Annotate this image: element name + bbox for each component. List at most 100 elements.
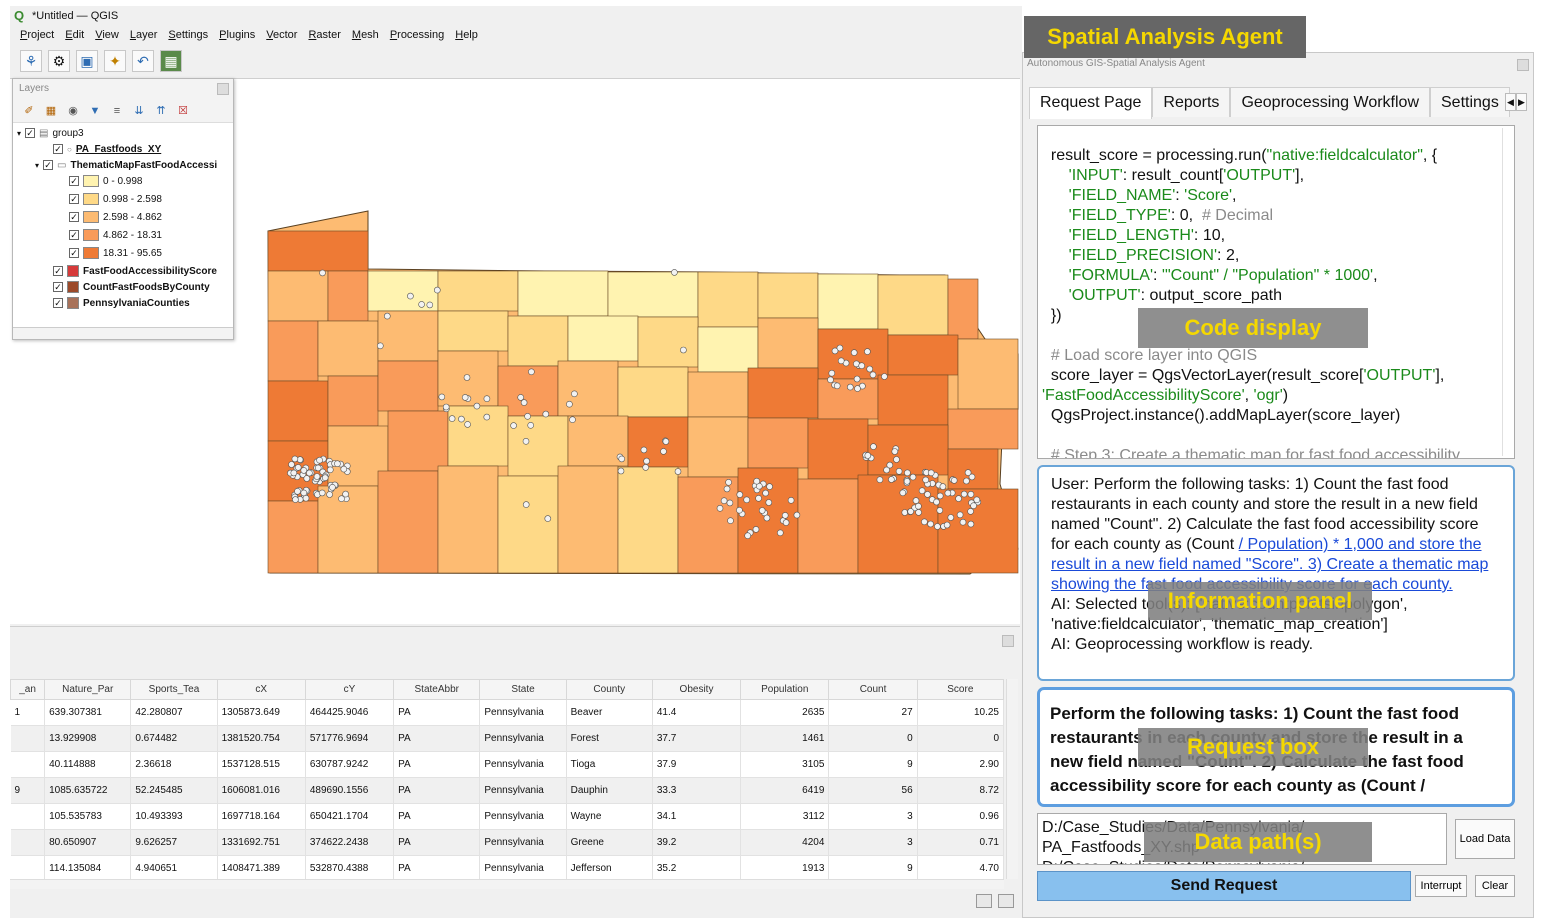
layer-checkbox[interactable]: ✓ <box>53 266 63 276</box>
table-cell[interactable]: 37.9 <box>652 751 742 778</box>
table-cell[interactable]: 1 <box>10 699 46 726</box>
table-cell[interactable]: PA <box>393 803 481 830</box>
table-cell[interactable]: 13.929908 <box>44 725 132 752</box>
table-cell[interactable]: 1305873.649 <box>217 699 306 726</box>
table-horizontal-scrollbar[interactable] <box>10 879 1004 889</box>
table-cell[interactable]: PA <box>393 829 481 856</box>
table-cell[interactable]: 34.1 <box>652 803 742 830</box>
table-cell[interactable]: Pennsylvania <box>479 725 567 752</box>
table-cell[interactable]: 1697718.164 <box>217 803 306 830</box>
python-icon[interactable]: ⚘ <box>20 50 42 72</box>
menu-layer[interactable]: Layer <box>130 29 158 41</box>
table-cell[interactable]: Pennsylvania <box>479 829 567 856</box>
layer-checkbox[interactable]: ✓ <box>69 194 79 204</box>
table-row[interactable]: 114.135084 4.940651 1408471.389 532870.4388… <box>10 855 1005 882</box>
menu-plugins[interactable]: Plugins <box>219 29 255 41</box>
eye-icon[interactable]: ◉ <box>65 103 81 119</box>
table-cell[interactable]: 10.25 <box>917 699 1005 726</box>
table-cell[interactable]: 464425.9046 <box>305 699 395 726</box>
table-cell[interactable]: 2.36618 <box>130 751 218 778</box>
legend-class-2[interactable]: ✓ 0.998 - 2.598 <box>69 191 162 207</box>
table-cell[interactable]: Pennsylvania <box>479 751 567 778</box>
table-cell[interactable] <box>10 855 46 882</box>
clear-button[interactable]: Clear <box>1475 875 1515 897</box>
table-cell[interactable]: 1408471.389 <box>217 855 306 882</box>
menu-project[interactable]: Project <box>20 29 54 41</box>
table-row[interactable]: 105.535783 10.493393 1697718.164 650421.170… <box>10 803 1005 830</box>
layer-row-fastfoods[interactable]: ✓ ○ PA_Fastfoods_XY <box>53 141 161 157</box>
table-cell[interactable]: 1381520.754 <box>217 725 306 752</box>
table-cell[interactable]: 1085.635722 <box>44 777 132 804</box>
table-cell[interactable]: Greene <box>566 829 653 856</box>
information-scrollbar[interactable] <box>1499 473 1507 673</box>
table-cell[interactable]: 35.2 <box>652 855 742 882</box>
form-view-icon[interactable] <box>976 894 992 908</box>
menu-vector[interactable]: Vector <box>266 29 297 41</box>
table-cell[interactable]: Pennsylvania <box>479 699 567 726</box>
table-cell[interactable]: 9 <box>10 777 46 804</box>
attribute-table[interactable]: _an Nature_Par Sports_Tea cX cY StateAbb… <box>9 679 1005 882</box>
table-cell[interactable]: 650421.1704 <box>305 803 395 830</box>
table-cell[interactable]: 9 <box>828 855 918 882</box>
table-cell[interactable]: 27 <box>828 699 918 726</box>
table-cell[interactable]: Pennsylvania <box>479 803 567 830</box>
filter-legend-icon[interactable]: ≡ <box>109 103 125 119</box>
table-cell[interactable]: Pennsylvania <box>479 777 567 804</box>
menu-edit[interactable]: Edit <box>65 29 84 41</box>
table-cell[interactable] <box>10 803 46 830</box>
chevron-left-icon[interactable]: ◀ <box>1505 93 1516 111</box>
layer-checkbox[interactable]: ✓ <box>53 282 63 292</box>
table-cell[interactable]: 4204 <box>740 829 830 856</box>
table-cell[interactable]: 0.71 <box>917 829 1005 856</box>
column-header[interactable]: Nature_Par <box>44 679 132 700</box>
layer-row-count-by-county[interactable]: ✓ CountFastFoodsByCounty <box>53 279 210 295</box>
table-cell[interactable]: 10.493393 <box>130 803 218 830</box>
table-cell[interactable]: 1461 <box>740 725 830 752</box>
column-header[interactable]: _an <box>9 679 46 700</box>
table-cell[interactable]: 2.90 <box>917 751 1005 778</box>
layer-row-group3[interactable]: ▾ ✓ ▤ group3 <box>17 125 84 141</box>
expand-all-icon[interactable]: ⇊ <box>131 103 147 119</box>
table-cell[interactable]: 41.4 <box>652 699 742 726</box>
gear-icon[interactable]: ⚙ <box>48 50 70 72</box>
table-cell[interactable]: 8.72 <box>917 777 1005 804</box>
layer-checkbox[interactable]: ✓ <box>69 230 79 240</box>
table-cell[interactable]: 532870.4388 <box>305 855 395 882</box>
layer-checkbox[interactable]: ✓ <box>69 176 79 186</box>
code-display[interactable]: result_score = processing.run("native:fi… <box>1037 125 1515 459</box>
table-cell[interactable]: PA <box>393 855 481 882</box>
table-cell[interactable]: 0 <box>828 725 918 752</box>
table-cell[interactable] <box>10 829 46 856</box>
layer-checkbox[interactable]: ✓ <box>69 212 79 222</box>
table-cell[interactable]: 80.650907 <box>44 829 132 856</box>
table-cell[interactable]: 1537128.515 <box>217 751 306 778</box>
table-cell[interactable]: 9.626257 <box>130 829 218 856</box>
close-icon[interactable] <box>1002 635 1014 647</box>
layer-row-accessibility-score[interactable]: ✓ FastFoodAccessibilityScore <box>53 263 217 279</box>
table-cell[interactable]: 114.135084 <box>44 855 132 882</box>
column-header[interactable]: cY <box>304 679 395 700</box>
layer-checkbox[interactable]: ✓ <box>43 160 54 170</box>
table-cell[interactable]: 9 <box>828 751 918 778</box>
chevron-right-icon[interactable]: ▶ <box>1516 93 1527 111</box>
column-header[interactable]: Population <box>740 679 830 700</box>
raster-icon[interactable]: ▦ <box>160 50 182 72</box>
layers-panel[interactable]: Layers ✐ ▦ ◉ ▼ ≡ ⇊ ⇈ ☒ ▾ ✓ ▤ group3 ✓ ○ … <box>12 78 234 340</box>
table-cell[interactable]: PA <box>393 777 481 804</box>
table-cell[interactable]: 3 <box>828 829 918 856</box>
table-cell[interactable]: 0 <box>917 725 1005 752</box>
column-header[interactable]: Count <box>828 679 918 700</box>
load-data-button[interactable]: Load Data <box>1455 819 1515 859</box>
collapse-all-icon[interactable]: ⇈ <box>153 103 169 119</box>
table-cell[interactable]: 374622.2438 <box>305 829 395 856</box>
table-row[interactable]: 13.929908 0.674482 1381520.754 571776.9694 P… <box>10 725 1005 752</box>
filter-icon[interactable]: ▼ <box>87 103 103 119</box>
legend-class-5[interactable]: ✓ 18.31 - 95.65 <box>69 245 162 261</box>
legend-class-1[interactable]: ✓ 0 - 0.998 <box>69 173 142 189</box>
table-cell[interactable]: 4.940651 <box>130 855 218 882</box>
table-cell[interactable]: 52.245485 <box>130 777 218 804</box>
menu-settings[interactable]: Settings <box>168 29 208 41</box>
code-scrollbar[interactable] <box>1502 128 1512 456</box>
table-cell[interactable]: Forest <box>566 725 653 752</box>
remove-layer-icon[interactable]: ☒ <box>175 103 191 119</box>
